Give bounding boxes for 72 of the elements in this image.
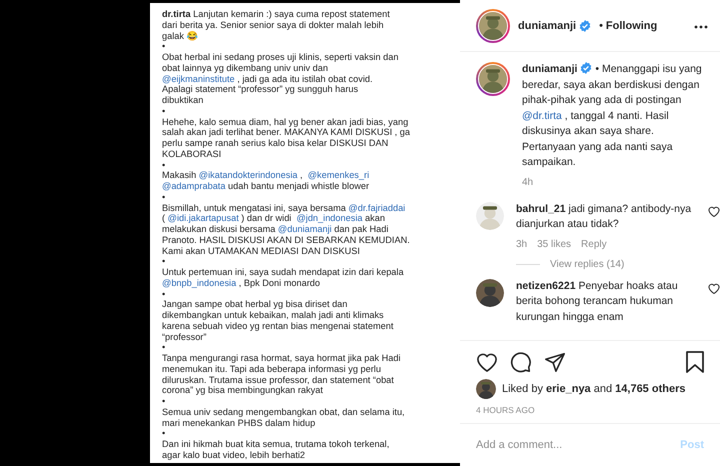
comment-text: netizen6221 Penyebar hoaks atau berita bohong terancam hukuman kurungan hingga enam — [516, 278, 679, 324]
comment-time: 4h — [522, 176, 534, 188]
comment-text: bahrul_21 jadi gimana? antibody-nya dianjurkan atau tidak? — [516, 202, 692, 232]
mention-link[interactable]: @kemenkes_ri — [308, 170, 370, 181]
text-line: corona” yg bisa membingungkan rakyat — [162, 385, 323, 396]
text-line: “professor” — [162, 332, 206, 342]
text-line: perlu sampe ranah serius kalo bisa kelar DISKUSI DAN — [162, 138, 388, 149]
text-line: Apalagi statement “professor” yg sungguh harus — [162, 84, 358, 95]
likes-text: Liked by erie_nya and 14,765 others — [502, 383, 686, 395]
username-link[interactable]: netizen6221 — [516, 280, 576, 292]
text-line: Jangan sampe obat herbal yg bisa diriset dan — [162, 299, 348, 310]
text-line: • — [162, 256, 166, 267]
mention-link[interactable]: @duniamanji — [278, 224, 332, 235]
text-line: galak 😂 — [162, 30, 198, 42]
text-line: mari menekankan PHBS dalam hidup — [162, 418, 316, 428]
text-line: salah akan jadi terlihat bener. MAKANYA KAMI DISKUSI , ga — [162, 127, 410, 138]
text-line: Pranoto. HASIL DISKUSI AKAN DI SEBARKAN KEMUDIAN. — [162, 234, 410, 246]
text-line: Dan ini hikmah buat kita semua, trutama tokoh terkenal, — [162, 439, 390, 450]
text-line: • — [162, 428, 166, 439]
mention-link[interactable]: @dr.fajriaddai — [348, 202, 406, 214]
view-replies-link[interactable]: View replies (14) — [550, 258, 624, 270]
bookmark-icon[interactable] — [686, 351, 704, 373]
text-line: menemukan itu. Tapi ada beberapa informasi yg perlu — [162, 364, 381, 374]
text-line: Semua univ sedang mengembangkan obat, dan selama itu, — [162, 406, 405, 418]
text-line: KOLABORASI — [162, 148, 222, 160]
following-link[interactable]: Following — [606, 20, 658, 32]
text-line: • — [162, 106, 166, 116]
text-line: @bnpb_indonesia , Bpk Doni monardo — [162, 278, 320, 288]
mention-link[interactable]: @ikatandokterindonesia — [198, 170, 298, 181]
text-line: diluruskan. Trutama issue professor, dan statement “obat — [162, 374, 394, 386]
text-line: • — [162, 288, 166, 300]
mention-link[interactable]: @jdn_indonesia — [296, 213, 362, 224]
text-line: dari berita ya. Senior senior saya di dokter malah lebih — [162, 20, 384, 30]
mention-link[interactable]: @dr.tirta — [522, 110, 562, 122]
mention-link[interactable]: @bnpb_indonesia — [162, 278, 236, 288]
text-line: obat lainnya yg dikembang univ univ dan — [162, 62, 328, 74]
text-line: • — [162, 160, 166, 170]
text-line: Kami akan UTAMAKAN MEDIASI DAN DISKUSI — [162, 246, 360, 256]
username-link[interactable]: duniamanji — [522, 63, 578, 75]
text-line: • — [162, 342, 166, 353]
comment-bubble-icon[interactable] — [510, 351, 532, 373]
post-timestamp: 4 HOURS AGO — [476, 405, 536, 415]
mention-link[interactable]: @idi.jakartapusat — [168, 213, 239, 224]
paper-plane-icon[interactable] — [544, 351, 566, 373]
mention-link[interactable]: @eijkmaninstitute — [162, 74, 235, 84]
separator-dot: • — [599, 20, 603, 32]
text-line: Hehehe, kalo semua diam, hal yg bener akan jadi bias, yang — [162, 116, 408, 128]
text-line: Makasih @ikatandokterindonesia , @kemenkes_ri — [162, 170, 370, 181]
text-line: @adamprabata udah bantu menjadi whistle blower — [162, 181, 369, 192]
text-line: Bismillah, untuk mengatasi ini, saya bersama @dr.fajriaddai — [162, 202, 406, 214]
text-line: Obat herbal ini sedang proses uji klinis, seperti vaksin dan — [162, 52, 398, 63]
text-line: melakukan diskusi bersama @duniamanji dan pak Hadi — [162, 224, 388, 235]
text-line: dibuktikan — [162, 95, 204, 106]
text-line: @eijkmaninstitute , jadi ga ada itu istilah obat covid. — [162, 74, 373, 84]
reply-link[interactable]: Reply — [581, 238, 607, 250]
text-line: • — [162, 41, 166, 52]
text-line: dr.tirta Lanjutan kemarin :) saya cuma repost statement — [162, 9, 390, 20]
comment-time: 3h — [516, 238, 528, 250]
text-line: ( @idi.jakartapusat ) dan dr widi @jdn_indonesia akan — [162, 213, 385, 224]
text-line: Tanpa mengurangi rasa hormat, saya hormat jika pak Hadi — [162, 353, 400, 364]
text-line: • — [162, 192, 166, 202]
username-link[interactable]: bahrul_21 — [516, 202, 566, 214]
mention-link[interactable]: @adamprabata — [162, 181, 226, 192]
caption-text: duniamanji • Menanggapi isu yang beredar, saya akan berdiskusi dengan pihak-pihak yang ada di postingan @dr.tirta , tanggal 4 nanti. Hasil diskusinya akan saya share. Pertanyaan yang ada nanti saya sampaikan. — [522, 62, 702, 170]
text-line: Untuk pertemuan ini, saya sudah mendapat izin dari kepala — [162, 267, 404, 278]
text-line: dikembangkan untuk kebaikan, malah jadi anti klimaks — [162, 310, 384, 321]
text-line: agar kalo buat video, lebih berhati2 — [162, 450, 306, 460]
username-link[interactable]: duniamanji — [518, 20, 576, 32]
text-line: • — [162, 396, 166, 407]
like-heart-icon[interactable] — [476, 352, 498, 372]
like-count-link[interactable]: 35 likes — [537, 238, 572, 250]
text-line: karena sebuah video yg rentan bias mengenai statement — [162, 320, 394, 332]
